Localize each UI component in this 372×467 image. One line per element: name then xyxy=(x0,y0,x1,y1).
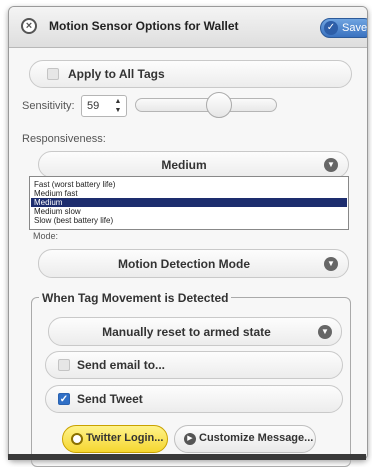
arrow-right-icon: ▶ xyxy=(184,433,196,445)
decrement-icon[interactable]: ▼ xyxy=(112,106,124,115)
apply-to-all-tags-toggle[interactable]: Apply to All Tags xyxy=(29,60,352,88)
option-medium-slow[interactable]: Medium slow xyxy=(31,207,347,216)
option-slow[interactable]: Slow (best battery life) xyxy=(31,216,347,225)
send-tweet-label: Send Tweet xyxy=(77,392,143,406)
twitter-login-button[interactable]: Twitter Login... xyxy=(62,425,168,453)
chevron-down-icon: ▼ xyxy=(324,158,338,172)
save-label: Save xyxy=(342,22,368,34)
bottom-edge xyxy=(8,454,366,460)
sensitivity-stepper[interactable]: 59 ▲ ▼ xyxy=(81,95,127,117)
sensitivity-value: 59 xyxy=(87,100,100,112)
movement-legend: When Tag Movement is Detected xyxy=(39,291,232,305)
mode-selected: Motion Detection Mode xyxy=(118,257,250,271)
reset-mode-select[interactable]: Manually reset to armed state ▼ xyxy=(48,317,342,346)
apply-to-all-label: Apply to All Tags xyxy=(68,67,165,81)
circle-icon xyxy=(71,433,83,445)
mode-label: Mode: xyxy=(33,231,59,241)
customize-message-label: Customize Message... xyxy=(199,432,314,444)
send-tweet-checkbox[interactable]: ✓ xyxy=(58,393,70,405)
option-fast[interactable]: Fast (worst battery life) xyxy=(31,180,347,189)
send-tweet-toggle[interactable]: ✓ Send Tweet xyxy=(45,385,343,413)
sensitivity-label: Sensitivity: xyxy=(22,100,75,112)
responsiveness-select[interactable]: Medium ▼ xyxy=(38,151,349,178)
customize-message-button[interactable]: ▶ Customize Message... xyxy=(174,425,316,453)
apply-to-all-checkbox[interactable] xyxy=(47,68,59,80)
mode-select[interactable]: Motion Detection Mode ▼ xyxy=(38,249,349,278)
chevron-down-icon: ▼ xyxy=(324,257,338,271)
dialog-title: Motion Sensor Options for Wallet xyxy=(49,19,239,33)
increment-icon[interactable]: ▲ xyxy=(112,97,124,106)
responsiveness-dropdown-list[interactable]: Fast (worst battery life) Medium fast Me… xyxy=(29,176,349,230)
twitter-login-label: Twitter Login... xyxy=(86,432,164,444)
send-email-toggle[interactable]: Send email to... xyxy=(45,351,343,379)
sensitivity-slider-handle[interactable] xyxy=(206,92,232,118)
dialog-header: × Motion Sensor Options for Wallet ✓ Sav… xyxy=(9,7,367,48)
responsiveness-selected: Medium xyxy=(161,158,207,172)
save-button[interactable]: ✓ Save xyxy=(320,18,368,38)
responsiveness-label: Responsiveness: xyxy=(22,133,106,145)
option-medium-fast[interactable]: Medium fast xyxy=(31,189,347,198)
send-email-label: Send email to... xyxy=(77,358,166,372)
send-email-checkbox[interactable] xyxy=(58,359,70,371)
option-medium[interactable]: Medium xyxy=(31,198,347,207)
close-icon[interactable]: × xyxy=(21,18,37,34)
reset-mode-selected: Manually reset to armed state xyxy=(102,325,271,339)
chevron-down-icon: ▼ xyxy=(318,325,332,339)
checkmark-icon: ✓ xyxy=(324,21,338,35)
